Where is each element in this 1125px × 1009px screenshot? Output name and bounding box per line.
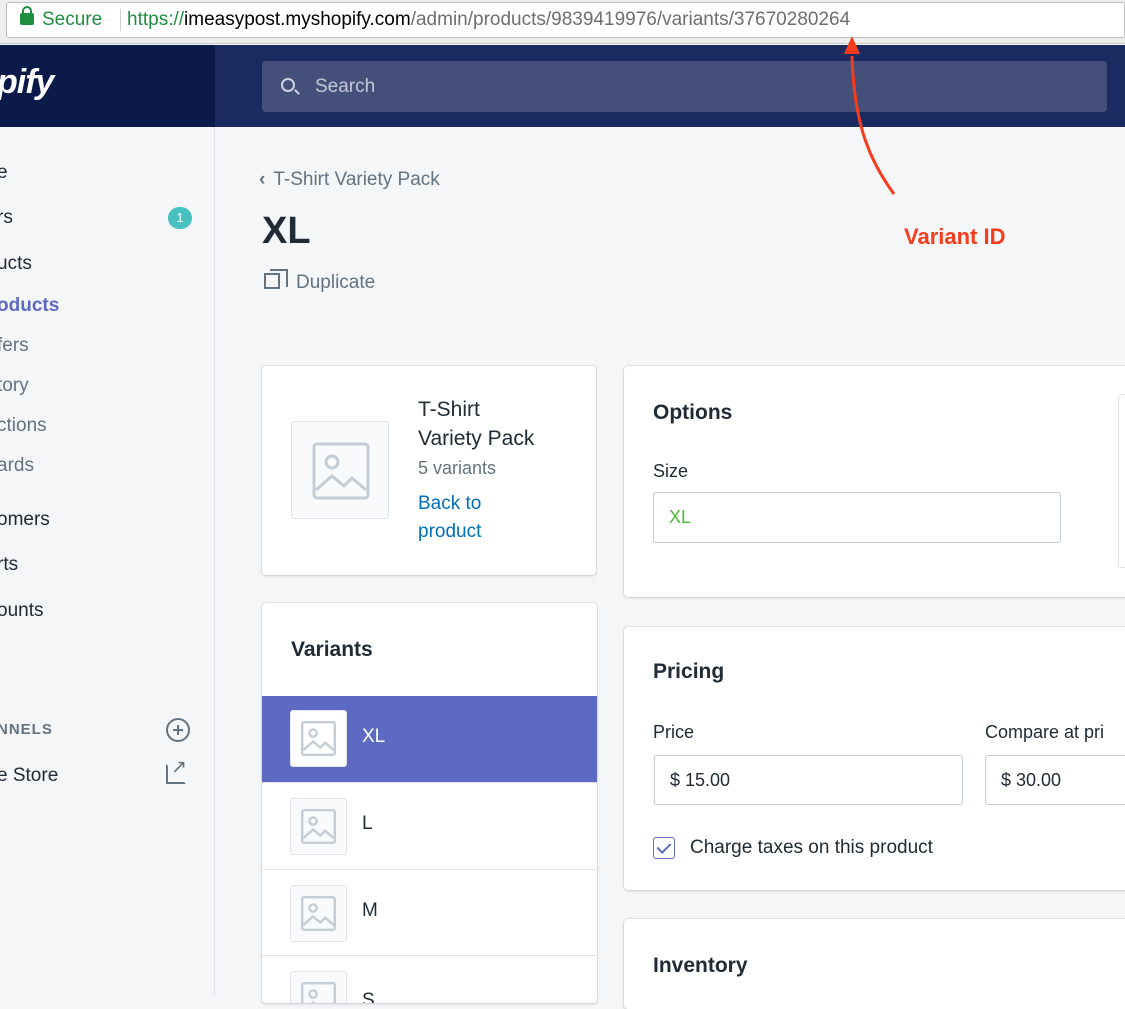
image-placeholder-icon	[301, 896, 336, 931]
back-to-product-link-line2[interactable]: product	[418, 518, 481, 546]
orders-count-badge: 1	[168, 207, 192, 229]
product-name-line1: T-Shirt	[418, 398, 480, 421]
inventory-title: Inventory	[653, 954, 748, 977]
variant-label: XL	[362, 726, 386, 747]
url-host: imeasypost.myshopify.com	[184, 9, 411, 30]
options-title: Options	[653, 401, 733, 424]
variant-count: 5 variants	[418, 458, 497, 478]
variant-id-annotation: Variant ID	[904, 224, 1006, 249]
pricing-title: Pricing	[653, 660, 725, 683]
size-input[interactable]: XL	[653, 492, 1061, 543]
duplicate-icon[interactable]	[264, 269, 288, 289]
sidebar-item-transfers[interactable]: fers	[0, 335, 29, 357]
compare-at-price-input[interactable]: $ 30.00	[985, 755, 1125, 805]
price-input[interactable]: $ 15.00	[654, 755, 963, 805]
variant-label: L	[362, 813, 373, 834]
sidebar-item-gift-cards[interactable]: ards	[0, 455, 34, 477]
sidebar-item-collections[interactable]: ctions	[0, 415, 47, 437]
sidebar-item-orders[interactable]: rs	[0, 207, 13, 229]
search-icon	[281, 78, 295, 92]
back-to-product-link-line1[interactable]: Back to	[418, 490, 481, 518]
sidebar-item-home[interactable]: e	[0, 162, 8, 184]
add-channel-icon[interactable]	[166, 718, 190, 742]
sidebar-item-all-products[interactable]: oducts	[0, 295, 59, 317]
price-label: Price	[653, 722, 695, 742]
variant-thumb	[290, 710, 347, 767]
breadcrumb[interactable]: ‹ T-Shirt Variety Pack	[259, 169, 440, 191]
variant-row-l[interactable]: L	[262, 782, 597, 868]
variant-label: S	[362, 990, 375, 1003]
sidebar-item-customers[interactable]: omers	[0, 509, 50, 531]
breadcrumb-label: T-Shirt Variety Pack	[273, 169, 440, 190]
variant-row-m[interactable]: M	[262, 869, 597, 955]
secure-label: Secure	[42, 9, 103, 30]
sidebar-item-inventory[interactable]: tory	[0, 375, 29, 397]
search-placeholder: Search	[315, 76, 376, 97]
option-side-panel	[1118, 394, 1125, 568]
url-divider	[120, 9, 121, 31]
url-scheme: https://	[127, 9, 185, 30]
product-name-line2: Variety Pack	[418, 427, 535, 450]
charge-taxes-label: Charge taxes on this product	[690, 837, 933, 858]
image-placeholder-icon	[301, 809, 336, 844]
sales-channels-heading: NNELS	[0, 721, 53, 738]
variant-thumb	[290, 798, 347, 855]
variant-label: M	[362, 900, 378, 921]
variants-title: Variants	[291, 638, 373, 661]
image-placeholder-icon	[301, 721, 336, 756]
image-placeholder-icon	[301, 982, 336, 1003]
variant-row-xl[interactable]: XL	[262, 696, 597, 782]
sidebar	[0, 127, 215, 996]
shopify-logo[interactable]: pify	[0, 63, 54, 102]
duplicate-button[interactable]: Duplicate	[296, 272, 375, 294]
variants-card: Variants XL L M S	[262, 603, 597, 1003]
annotation-arrow	[844, 36, 896, 195]
external-link-icon[interactable]	[166, 756, 187, 784]
url-field[interactable]: Secure https://imeasypost.myshopify.com/…	[6, 2, 1125, 38]
variant-thumb	[290, 885, 347, 942]
lock-icon	[20, 6, 34, 25]
size-label: Size	[653, 461, 689, 481]
browser-address-bar: Secure https://imeasypost.myshopify.com/…	[0, 0, 1125, 44]
sidebar-item-discounts[interactable]: ounts	[0, 600, 43, 622]
charge-taxes-checkbox[interactable]	[653, 837, 675, 859]
product-image-placeholder	[291, 421, 389, 519]
sidebar-item-online-store[interactable]: e Store	[0, 765, 58, 787]
search-input[interactable]	[262, 61, 1107, 112]
chevron-left-icon: ‹	[259, 169, 266, 190]
url-text: https://imeasypost.myshopify.com/admin/p…	[127, 3, 850, 37]
sidebar-item-products[interactable]: ucts	[0, 253, 32, 275]
image-placeholder-icon	[312, 442, 370, 500]
page-title: XL	[262, 210, 311, 252]
url-path: /admin/products/9839419976/variants/3767…	[410, 9, 851, 30]
sidebar-item-reports[interactable]: rts	[0, 554, 18, 576]
variant-thumb	[290, 971, 347, 1003]
options-card: Options Size XL	[624, 366, 1125, 597]
compare-at-price-label: Compare at pri	[985, 722, 1105, 742]
product-summary-card: T-Shirt Variety Pack 5 variants Back to …	[262, 366, 596, 575]
